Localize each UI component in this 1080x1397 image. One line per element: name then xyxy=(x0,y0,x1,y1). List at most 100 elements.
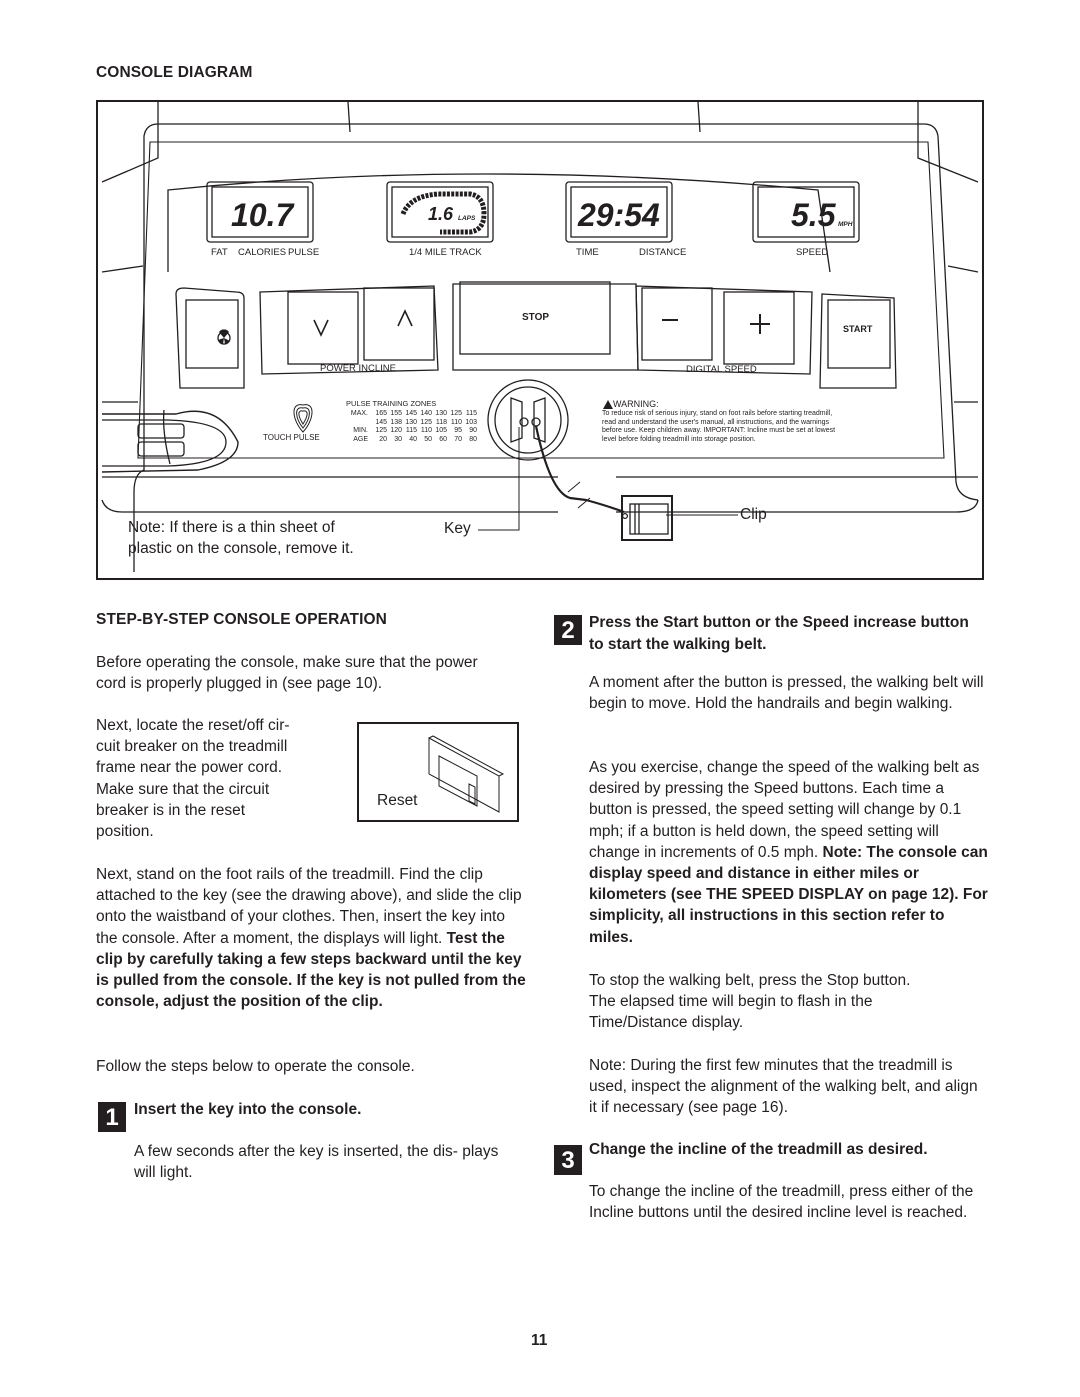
reset-label: Reset xyxy=(377,792,418,809)
fat-calories-pulse-readout: 10.7 xyxy=(231,197,295,233)
pulse-zone-value: 165 xyxy=(375,410,387,417)
track-laps-readout: 1.6 xyxy=(428,204,454,224)
pulse-zone-value: 30 xyxy=(394,435,402,443)
speed-unit: MPH xyxy=(838,221,853,228)
step-1-number: 1 xyxy=(98,1102,126,1132)
pulse-zone-row-label: MAX. xyxy=(350,410,368,417)
pulse-zone-row: 145 138 130 125 118 110 103 xyxy=(344,419,480,428)
pulse-zone-value: 115 xyxy=(465,410,477,417)
warning-line: before use. Keep children away. IMPORTAN… xyxy=(602,427,836,435)
pulse-zone-value: 70 xyxy=(454,435,462,443)
stop-paragraph: To stop the walking belt, press the Stop… xyxy=(589,972,911,1032)
label-pulse: PULSE xyxy=(288,247,320,258)
breaker-line: frame near the power cord. xyxy=(96,759,283,777)
warning-text: To reduce risk of serious injury, stand … xyxy=(602,410,892,444)
step-1-title: Insert the key into the console. xyxy=(134,1101,362,1118)
warning-title: WARNING: xyxy=(613,399,659,409)
breaker-line: Make sure that the circuit xyxy=(96,780,270,798)
pulse-zone-row-label xyxy=(344,419,368,428)
incline-down-button[interactable] xyxy=(288,292,358,364)
breaker-line: breaker is in the reset xyxy=(96,801,246,819)
breaker-paragraph: Next, locate the reset/off cir- cuit bre… xyxy=(96,715,336,842)
pulse-zone-value: 60 xyxy=(439,435,447,443)
follow-steps-text: Follow the steps below to operate the co… xyxy=(96,1058,415,1075)
warning-icon xyxy=(603,400,613,409)
belt-alignment-note: Note: During the first few minutes that … xyxy=(589,1057,978,1117)
pulse-zone-value: 138 xyxy=(390,418,402,426)
laps-unit: LAPS xyxy=(458,215,476,222)
pulse-zone-value: 118 xyxy=(435,418,447,426)
pulse-zone-value: 50 xyxy=(424,435,432,443)
clip-test-paragraph: Next, stand on the foot rails of the tre… xyxy=(96,864,528,1012)
pulse-zones-title: PULSE TRAINING ZONES xyxy=(346,399,437,408)
pulse-zone-value: 145 xyxy=(375,418,387,426)
pulse-zone-value: 20 xyxy=(379,435,387,443)
step-3-text: To change the incline of the treadmill, … xyxy=(589,1183,974,1222)
warning-line: read and understand the user's manual, a… xyxy=(602,418,830,426)
digital-speed-label: DIGITAL SPEED xyxy=(686,364,757,375)
pulse-zone-row: AGE 20 30 40 50 60 70 80 xyxy=(344,436,480,445)
pulse-zone-value: 125 xyxy=(450,410,462,417)
plastic-note-line: Note: If there is a thin sheet of xyxy=(128,519,335,536)
label-quarter-mile-track: 1/4 MILE TRACK xyxy=(409,247,482,258)
touch-pulse-label: TOUCH PULSE xyxy=(263,433,320,442)
pulse-zone-value: 125 xyxy=(420,418,432,426)
speed-decrease-button[interactable] xyxy=(642,288,712,360)
step-2-title: Press the Start button or the Speed incr… xyxy=(589,614,969,653)
speed-readout: 5.5 xyxy=(791,197,837,233)
key-callout: Key xyxy=(444,520,471,537)
plastic-note: Note: If there is a thin sheet of plasti… xyxy=(128,517,354,559)
label-speed: SPEED xyxy=(796,247,829,258)
start-button[interactable]: START xyxy=(843,324,872,334)
pulse-zone-value: 130 xyxy=(435,410,447,417)
breaker-line: Next, locate the reset/off cir- xyxy=(96,717,290,734)
plastic-note-line: plastic on the console, remove it. xyxy=(128,540,354,557)
label-time: TIME xyxy=(576,247,599,258)
pulse-zone-value: 140 xyxy=(420,410,432,417)
speed-paragraph: As you exercise, change the speed of the… xyxy=(589,757,989,948)
label-fat: FAT xyxy=(211,247,228,258)
pulse-zone-value: 40 xyxy=(409,435,417,443)
pulse-zones-table: MAX. 165 155 145 140 130 125 115 145 138 130 125 118… xyxy=(344,410,480,444)
pulse-zone-value: 145 xyxy=(405,410,417,417)
clip-callout: Clip xyxy=(740,506,767,523)
stop-button[interactable]: STOP xyxy=(522,312,549,323)
pulse-zone-value: 80 xyxy=(469,435,477,443)
touch-pulse-heart-icon xyxy=(293,404,313,433)
pulse-zone-value: 155 xyxy=(390,410,402,417)
pulse-zone-value: 103 xyxy=(465,418,477,426)
pulse-zone-value: 130 xyxy=(405,418,417,426)
breaker-line: position. xyxy=(96,823,154,841)
pulse-zone-value: 90 xyxy=(469,427,477,435)
pulse-zone-value: 110 xyxy=(450,418,462,426)
console-diagram: 10.7 1.6 LAPS 29:54 5.5 MPH FAT CALORIES… xyxy=(96,100,984,580)
step-1-text: A few seconds after the key is inserted,… xyxy=(134,1143,499,1182)
power-incline-label: POWER INCLINE xyxy=(320,363,397,374)
pulse-zone-row-label: MIN. xyxy=(353,427,368,435)
pulse-zone-row: MAX. 165 155 145 140 130 125 115 xyxy=(344,410,480,419)
speed-increase-button[interactable] xyxy=(724,292,794,364)
pulse-zone-value: 125 xyxy=(375,427,387,435)
step-3-title: Change the incline of the treadmill as d… xyxy=(589,1141,928,1158)
pulse-zone-value: 110 xyxy=(420,427,432,435)
time-distance-readout: 29:54 xyxy=(577,197,660,233)
step-2-number: 2 xyxy=(554,615,582,645)
breaker-line: cuit breaker on the treadmill xyxy=(96,738,288,756)
pulse-zone-value: 95 xyxy=(454,427,462,435)
pulse-zone-value: 120 xyxy=(390,427,402,435)
label-calories: CALORIES xyxy=(238,247,287,258)
step-2-text: A moment after the button is pressed, th… xyxy=(589,674,984,713)
warning-line: level before folding treadmill into stor… xyxy=(602,435,756,443)
incline-up-button[interactable] xyxy=(364,288,434,360)
reset-breaker-figure: Reset xyxy=(357,722,519,822)
intro-paragraph: Before operating the console, make sure … xyxy=(96,654,478,693)
operation-heading: STEP-BY-STEP CONSOLE OPERATION xyxy=(96,611,387,628)
step-3-number: 3 xyxy=(554,1145,582,1175)
pulse-zone-value: 105 xyxy=(435,427,447,435)
pulse-zone-row-label: AGE xyxy=(353,435,368,443)
page-heading: CONSOLE DIAGRAM xyxy=(96,64,253,81)
label-distance: DISTANCE xyxy=(639,247,687,258)
fan-button[interactable] xyxy=(186,300,238,368)
pulse-zone-row: MIN. 125 120 115 110 105 95 90 xyxy=(344,427,480,436)
page-number: 11 xyxy=(531,1332,548,1349)
